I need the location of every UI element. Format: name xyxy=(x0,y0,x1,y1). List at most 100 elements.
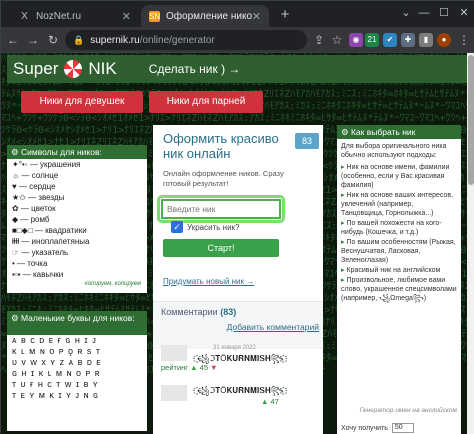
comments-header: Комментарии (83) Добавить комментарий xyxy=(153,301,323,349)
small-letters-row[interactable]: ᴀ ʙ ᴄ ᴅ ᴇ ғ ɢ ʜ ɪ ᴊ xyxy=(7,335,147,346)
how-to-item: ▸ Произвольное, любимое вами слово, украш… xyxy=(341,277,457,302)
small-letters-panel: ⚙ Маленькие буквы для ников: ᴀ ʙ ᴄ ᴅ ᴇ ғ… xyxy=(7,311,147,431)
symbol-row[interactable]: ✿ — цветок xyxy=(7,203,147,214)
symbols-panel: ⚙ Символы для ников: ✦°•◦ — украшения ☼ —… xyxy=(7,145,147,293)
extension-icon[interactable]: ◉ xyxy=(349,33,363,47)
share-icon[interactable]: ⇪ xyxy=(311,32,327,48)
bullet-icon: ▸ xyxy=(341,192,345,199)
maximize-icon[interactable]: ☐ xyxy=(435,5,453,21)
small-letters-list: ᴀ ʙ ᴄ ᴅ ᴇ ғ ɢ ʜ ɪ ᴊᴋ ʟ ᴍ ɴ ᴏ ᴘ ǫ ʀ s ᴛᴜ … xyxy=(7,335,147,401)
tab-title: Оформление ников онлайн xyxy=(166,10,252,22)
gear-icon: ⚙ xyxy=(341,127,351,137)
make-nick-link[interactable]: Сделать ник ) → xyxy=(149,62,241,76)
back-icon[interactable]: ← xyxy=(5,32,21,48)
symbol-row[interactable]: ☞ — указатель xyxy=(7,247,147,258)
gear-icon: ⚙ xyxy=(11,313,21,323)
symbols-heading: ⚙ Символы для ников: xyxy=(7,145,147,159)
count-selector: Хочу получить 50 xyxy=(341,423,414,433)
comment-rating: рейтинг ▲ 45 ▼ xyxy=(161,363,218,372)
symbol-row[interactable]: ▪▫▪ — кавычки xyxy=(7,269,147,280)
symbol-row[interactable]: ☼ — солнце xyxy=(7,170,147,181)
nick-input[interactable] xyxy=(161,199,281,219)
start-button[interactable]: Старт! xyxy=(163,239,279,257)
small-letters-heading: ⚙ Маленькие буквы для ников: xyxy=(7,311,147,335)
supernik-favicon: SN xyxy=(149,10,161,22)
small-letters-row[interactable]: ᴛ ᴜ ғ ʜ ᴄ ᴛ ᴡ ɪ ʙ ʏ xyxy=(7,379,147,390)
new-nick-link[interactable]: Придумать новый ник → xyxy=(163,277,254,286)
symbol-row[interactable]: ⱡⱡⱡⱡ — иноплапетяныа xyxy=(7,236,147,247)
nicks-for-boys-button[interactable]: Ники для парней xyxy=(149,91,263,113)
tab-noznet[interactable]: X NozNet.ru ✕ xyxy=(11,5,139,27)
thumbs-up-icon[interactable]: ▲ xyxy=(190,363,197,372)
tab-strip: X NozNet.ru ✕ SN Оформление ников онлайн… xyxy=(1,1,474,27)
decorate-checkbox[interactable]: ✓ xyxy=(171,221,183,233)
bullet-icon: ▸ xyxy=(341,164,345,171)
comment-count-badge[interactable]: 83 xyxy=(295,133,319,149)
how-to-list: ▸ Ник на основе имени, фамилии (особенно,… xyxy=(337,163,461,304)
symbol-row[interactable]: ♥ — сердце xyxy=(7,181,147,192)
add-comment-link[interactable]: Добавить комментарий xyxy=(227,322,319,332)
thumbs-up-icon[interactable]: ▲ xyxy=(261,397,268,406)
comments-count: (83) xyxy=(220,307,237,317)
site-logo[interactable]: Super NIK xyxy=(13,59,117,79)
reload-icon[interactable]: ↻ xyxy=(45,32,61,48)
decorate-checkbox-label[interactable]: Украсить ник? xyxy=(187,223,239,232)
extension-badge[interactable]: 21 xyxy=(365,33,379,47)
comment-date: 31 января 2022 xyxy=(213,345,256,351)
gear-icon: ⚙ xyxy=(11,147,21,157)
chevron-down-icon[interactable]: ⌄ xyxy=(397,5,415,21)
extension-icon[interactable]: ✔ xyxy=(383,33,397,47)
symbol-row[interactable]: ◆ — ромб xyxy=(7,214,147,225)
symbol-row[interactable]: ✦°•◦ — украшения xyxy=(7,159,147,170)
avatar xyxy=(161,385,187,401)
bullet-icon: ▸ xyxy=(341,220,345,227)
thumbs-down-icon[interactable]: ▼ xyxy=(210,363,217,372)
logo-text-left: Super xyxy=(13,59,59,78)
count-input[interactable]: 50 xyxy=(391,423,414,433)
noznet-favicon: X xyxy=(21,10,28,22)
english-names-link[interactable]: Генератор имен на английском xyxy=(337,407,461,414)
tab-title: NozNet.ru xyxy=(36,10,82,22)
small-letters-row[interactable]: ᴋ ʟ ᴍ ɴ ᴏ ᴘ ǫ ʀ s ᴛ xyxy=(7,346,147,357)
puzzle-icon[interactable]: ✚ xyxy=(401,33,415,47)
tab-supernik[interactable]: SN Оформление ников онлайн ✕ xyxy=(141,5,269,27)
decorate-checkbox-row[interactable]: ✓ Украсить ник? xyxy=(171,221,239,233)
small-letters-row[interactable]: ᴜ ᴠ ᴡ x ʏ ᴢ ᴀ ʙ ᴅ ᴇ xyxy=(7,357,147,368)
bullet-icon: ▸ xyxy=(341,239,345,246)
symbols-list: ✦°•◦ — украшения ☼ — солнце ♥ — сердце ★✩ —… xyxy=(7,159,147,280)
symbol-row[interactable]: ■□◆□ — квадратики xyxy=(7,225,147,236)
lock-icon: 🔒 xyxy=(73,34,85,45)
logo-ball-icon xyxy=(64,60,83,78)
symbol-row[interactable]: • — точка xyxy=(7,258,147,269)
star-icon[interactable]: ☆ xyxy=(329,32,345,48)
new-tab-icon[interactable]: + xyxy=(277,7,293,23)
logo-text-right: NIK xyxy=(88,59,117,78)
page-scrollbar[interactable] xyxy=(467,53,474,434)
close-tab-icon[interactable]: ✕ xyxy=(122,10,131,23)
browser-toolbar: ← → ↻ 🔒 supernik.ru /online/generator ⇪ … xyxy=(1,27,474,53)
url-path: /online/generator xyxy=(139,34,215,46)
comment-rating: ▲ 47 xyxy=(261,397,279,406)
close-tab-icon[interactable]: ✕ xyxy=(252,10,261,23)
minimize-icon[interactable]: — xyxy=(415,5,433,21)
how-to-item: ▸ По вашим особенностям (Рыжая, Веснушчат… xyxy=(341,239,456,264)
comments-label: Комментарии (83) xyxy=(161,307,237,317)
sidebar-icon[interactable]: ▮ xyxy=(419,33,433,47)
scrollbar-thumb[interactable] xyxy=(468,55,474,185)
bullet-icon: ▸ xyxy=(341,277,345,284)
web-page: ﾊﾓｱｶｽ:ﾐﾆｽ:ﾐﾆﾎｷﾀ=ﾎｷﾀ=ﾋｻﾃﾑﾋｻﾃﾑﾇ*ｰﾜﾇ*ｰﾜﾏﾕﾍ+… xyxy=(1,53,474,434)
url-host: supernik.ru xyxy=(90,34,140,46)
forward-icon[interactable]: → xyxy=(25,32,41,48)
avatar xyxy=(161,345,187,361)
menu-icon[interactable]: ⋮ xyxy=(456,32,472,48)
symbol-row[interactable]: ★✩ — звезды xyxy=(7,192,147,203)
nicks-for-girls-button[interactable]: Ники для девушек xyxy=(21,91,143,113)
address-bar[interactable]: 🔒 supernik.ru /online/generator xyxy=(65,30,307,50)
small-letters-row[interactable]: ᴛ ᴇ ʏ ᴍ ᴋ ɪ ʏ ᴊ ɴ ɢ xyxy=(7,390,147,401)
avatar[interactable]: ● xyxy=(437,33,451,47)
how-to-item: ▸ Ник на основе имени, фамилии (особенно,… xyxy=(341,164,450,189)
close-window-icon[interactable]: ✕ xyxy=(455,5,473,21)
small-letters-row[interactable]: ɢ ʜ ɪ ᴋ ʟ ᴍ ɴ ᴏ ᴘ ʀ xyxy=(7,368,147,379)
how-to-intro: Для выбора оригинального ника обычно исп… xyxy=(341,143,447,159)
browser-window: X NozNet.ru ✕ SN Оформление ников онлайн… xyxy=(0,0,474,434)
